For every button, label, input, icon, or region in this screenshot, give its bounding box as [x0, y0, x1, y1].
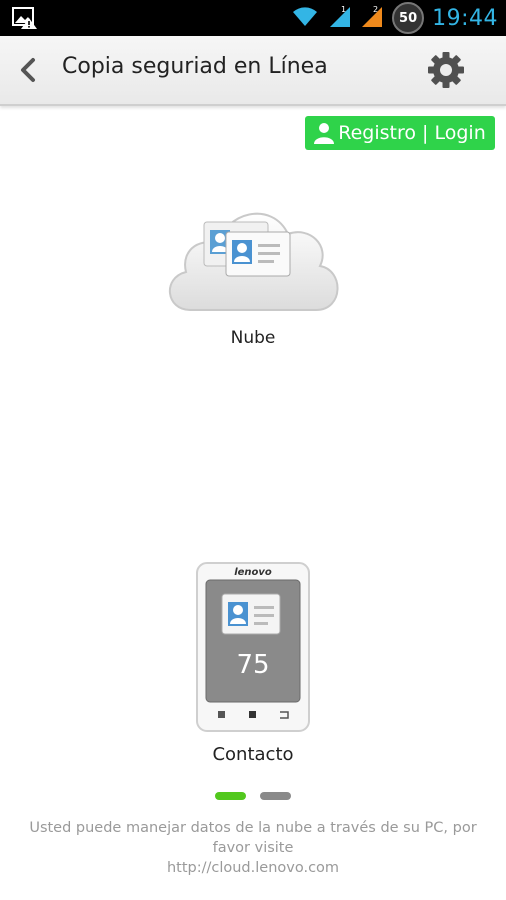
- lenovo-logo: lenovo: [234, 567, 272, 578]
- chevron-left-icon: [21, 58, 35, 82]
- svg-text:1: 1: [341, 5, 346, 14]
- clock: 19:44: [432, 5, 498, 31]
- battery-level-badge: 50: [392, 2, 425, 34]
- cloud-icon: [168, 212, 339, 311]
- page-indicator-active: [215, 792, 246, 800]
- settings-button[interactable]: [426, 50, 466, 90]
- status-bar: 1 2 50 19:44: [0, 0, 506, 36]
- register-login-button[interactable]: Registro | Login: [305, 116, 495, 150]
- image-warning-icon: [12, 6, 38, 30]
- svg-text:2: 2: [373, 5, 378, 14]
- device-contacts-button[interactable]: lenovo: [196, 562, 310, 732]
- gear-icon: [428, 52, 464, 88]
- page-title: Copia seguriad en Línea: [62, 54, 328, 79]
- status-icons: 1 2 50 19:44: [290, 0, 498, 36]
- cloud-backup-button[interactable]: [160, 192, 344, 316]
- page-indicator-inactive: [260, 792, 291, 800]
- home-key-icon: [249, 711, 256, 718]
- footer-message: Usted puede manejar datos de la nube a t…: [29, 820, 477, 856]
- contact-card-icon: [225, 231, 291, 277]
- menu-key-icon: [218, 711, 225, 718]
- footer-text: Usted puede manejar datos de la nube a t…: [20, 818, 486, 878]
- signal-sim2-icon: 2: [360, 3, 384, 33]
- user-icon: [314, 123, 335, 144]
- contact-count: 75: [236, 650, 270, 680]
- wifi-icon: [290, 4, 320, 32]
- cloud-label: Nube: [230, 328, 276, 348]
- footer-url[interactable]: http://cloud.lenovo.com: [20, 858, 486, 878]
- device-label: Contacto: [212, 744, 294, 765]
- register-login-label: Registro | Login: [338, 122, 486, 144]
- contact-card-icon: [221, 593, 281, 635]
- action-bar: Copia seguriad en Línea: [0, 36, 506, 106]
- phone-icon: lenovo: [196, 562, 310, 732]
- back-button[interactable]: [12, 54, 44, 86]
- signal-sim1-icon: 1: [328, 3, 352, 33]
